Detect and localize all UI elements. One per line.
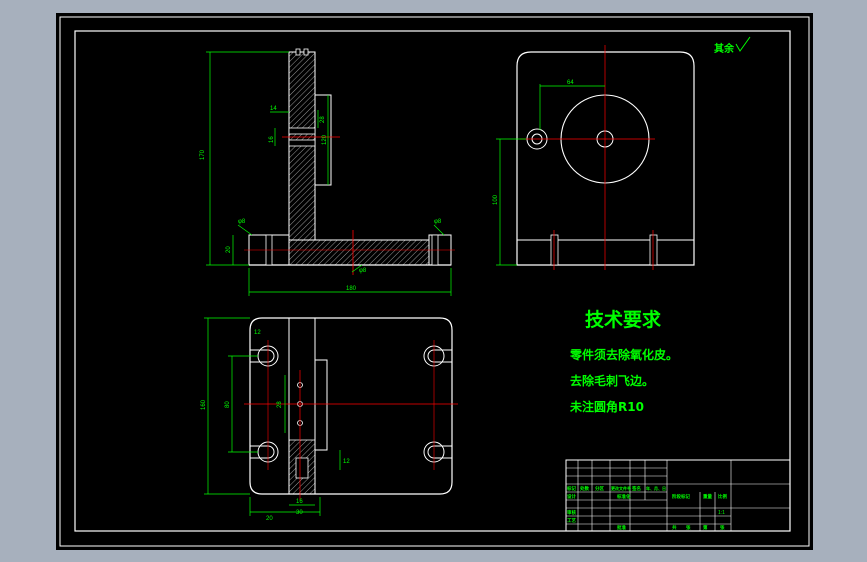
tb-label-zhang-2: 张: [720, 524, 725, 531]
dim-slot: 28: [320, 116, 326, 123]
dim-overall-height: 170: [200, 149, 206, 160]
dim-top-width: 160: [201, 399, 207, 410]
dim-hole-depth: 16: [269, 136, 275, 143]
tb-label-qianming: 签名: [631, 485, 641, 492]
dim-top-b: 16: [296, 499, 303, 505]
base-section: [288, 239, 430, 266]
tb-label-sheji: 设计: [567, 493, 576, 500]
tb-label-gong: 共: [672, 524, 677, 531]
tb-label-jieduan: 阶段标记: [672, 493, 690, 500]
dim-top-e: 12: [343, 459, 350, 465]
tb-scale: 1:1: [718, 510, 725, 516]
dim-top-c: 12: [254, 330, 261, 336]
dim-thickness: φ8: [359, 268, 367, 274]
tb-label-gongyi: 工艺: [567, 517, 576, 524]
dim-top-a: 20: [266, 516, 273, 522]
drawing-sheet: [56, 13, 813, 550]
tb-label-biaozhunhua: 标准化: [616, 493, 631, 500]
tech-req-title: 技术要求: [585, 308, 662, 331]
tb-label-shenhe: 审核: [567, 509, 576, 516]
tb-label-zhongliang: 重量: [703, 493, 712, 500]
tb-label-fenqu: 分区: [595, 485, 604, 492]
tb-label-bili: 比例: [718, 493, 727, 500]
dim-slot-width: 14: [270, 106, 277, 112]
dim-dia-left: φ8: [238, 219, 246, 225]
dim-left-step: 20: [226, 246, 232, 253]
dim-top-height: 80: [225, 401, 231, 408]
tech-req-line-3: 未注圆角R10: [569, 399, 644, 414]
tb-label-biaoji: 标记: [566, 485, 576, 492]
tb-label-chushu: 处数: [579, 485, 589, 492]
dim-top-d: 30: [296, 510, 303, 516]
tb-label-date: 年、月、日: [646, 485, 666, 491]
dim-front-height: 100: [493, 194, 499, 205]
dim-front-offset: 64: [567, 80, 574, 86]
dim-base-width: 180: [346, 286, 357, 292]
tech-req-line-2: 去除毛刺飞边。: [570, 373, 654, 388]
tb-label-zhang-1: 张: [686, 524, 691, 531]
dim-dia-right: φ8: [434, 219, 442, 225]
dim-upright-height: 120: [322, 134, 328, 145]
tb-label-pizhun: 批准: [617, 524, 626, 531]
tb-label-di: 第: [703, 524, 708, 531]
tech-req-line-1: 零件须去除氧化皮。: [569, 347, 678, 362]
dim-top-f: 28: [277, 401, 283, 408]
cad-drawing-canvas: 其余 170 180 20 16 120 28 14 φ8 φ8 φ8 100 …: [0, 0, 867, 562]
tb-label-genggai: 更改文件号: [611, 485, 631, 491]
roughness-label: 其余: [714, 42, 735, 55]
